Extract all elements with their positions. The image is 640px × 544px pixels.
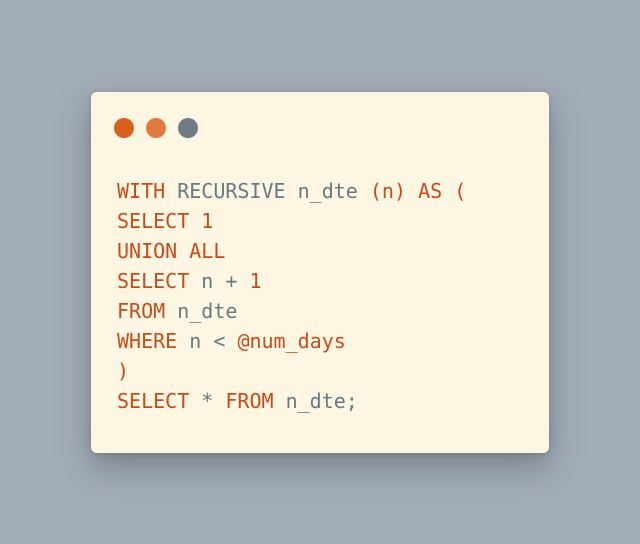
maximize-dot-icon[interactable]	[178, 118, 198, 138]
code-token: n +	[189, 269, 250, 293]
code-token: n_dte	[165, 299, 238, 323]
code-token: AS	[418, 179, 443, 203]
code-token: n_dte	[285, 179, 370, 203]
code-token: FROM	[117, 299, 166, 323]
code-line: SELECT n + 1	[117, 266, 466, 296]
code-token: UNION ALL	[117, 239, 226, 263]
code-token: n_dte;	[273, 389, 358, 413]
code-token: *	[189, 389, 226, 413]
code-line: WITH RECURSIVE n_dte (n) AS (	[117, 176, 466, 206]
code-line: SELECT 1	[117, 206, 466, 236]
code-token: )	[117, 359, 130, 383]
code-token: SELECT	[117, 389, 190, 413]
close-dot-icon[interactable]	[114, 118, 134, 138]
code-token: (n)	[369, 179, 407, 203]
sql-code-block: WITH RECURSIVE n_dte (n) AS (SELECT 1 UNI…	[117, 176, 466, 416]
code-token: @num_days	[237, 329, 346, 353]
code-token: 1	[249, 269, 262, 293]
window-controls	[114, 118, 198, 138]
code-line: UNION ALL	[117, 236, 466, 266]
code-window: WITH RECURSIVE n_dte (n) AS (SELECT 1 UNI…	[91, 92, 549, 453]
code-token: SELECT	[117, 269, 190, 293]
code-token: WITH	[117, 179, 166, 203]
code-line: FROM n_dte	[117, 296, 466, 326]
code-token: SELECT	[117, 209, 190, 233]
code-token: (	[442, 179, 467, 203]
code-token: WHERE	[117, 329, 178, 353]
code-token: n <	[177, 329, 238, 353]
code-token: RECURSIVE	[177, 179, 286, 203]
code-token: 1	[201, 209, 214, 233]
code-token: FROM	[225, 389, 274, 413]
code-line: SELECT * FROM n_dte;	[117, 386, 466, 416]
code-line: )	[117, 356, 466, 386]
minimize-dot-icon[interactable]	[146, 118, 166, 138]
code-line: WHERE n < @num_days	[117, 326, 466, 356]
